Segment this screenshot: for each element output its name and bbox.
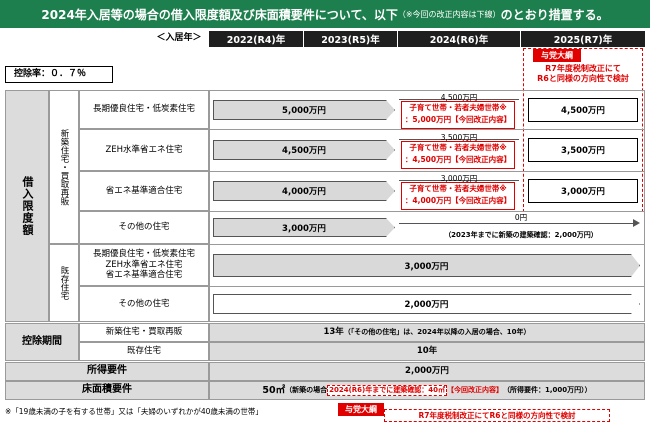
r6-revision-long-life-line1: 子育て世帯・若者夫婦世帯※ [409, 103, 507, 112]
year-header-2023: 2023(R5)年 [304, 31, 397, 47]
existing-housing-group: 既存住宅 [49, 244, 79, 322]
existing-eco-line2: ZEH水準省エネ住宅 [105, 259, 183, 270]
value-2022-2023-zeh: 4,500万円 [213, 140, 395, 160]
period-existing-label: 既存住宅 [79, 342, 209, 361]
existing-other-value: 2,000万円 [213, 294, 640, 314]
income-value: 2,000万円 [209, 362, 645, 381]
row-label-zeh: ZEH水準省エネ住宅 [79, 129, 209, 171]
limit-section-label: 借入限度額 [5, 90, 49, 322]
r6-cell-long-life: 4,500万円 子育て世帯・若者夫婦世帯※ ：5,000万円【今回改正内容】 [399, 92, 519, 129]
page-title-banner: 2024年入居等の場合の借入限度額及び床面積要件について、以下 （※今回の改正内… [0, 0, 650, 28]
new-housing-group: 新築住宅・買取再販 [49, 90, 79, 244]
deduction-rate: 控除率：０．７％ [5, 66, 113, 83]
title-tail: のとおり措置する。 [500, 7, 609, 22]
row-label-long-life: 長期優良住宅・低炭素住宅 [79, 90, 209, 129]
period-new-value-cell: 13年 （「その他の住宅」は、2024年以降の入居の場合、10年） [209, 323, 645, 342]
period-label: 控除期間 [5, 323, 79, 361]
r6-revision-energy-line2: ：4,000万円【今回改正内容】 [404, 196, 512, 205]
existing-housing-label: 既存住宅 [59, 266, 69, 300]
year-header-2025: 2025(R7)年 [521, 31, 645, 47]
row-label-existing-eco: 長期優良住宅・低炭素住宅 ZEH水準省エネ住宅 省エネ基準適合住宅 [79, 244, 209, 286]
existing-eco-value: 3,000万円 [213, 254, 640, 277]
period-new-note: （「その他の住宅」は、2024年以降の入居の場合、10年） [343, 328, 531, 337]
value-2022-2023-energy: 4,000万円 [213, 181, 395, 201]
r6-r7-other-new: 0円 （2023年までに新築の建築確認：2,000万円） [399, 212, 643, 243]
r6-other-value: 0円 [514, 213, 528, 222]
period-existing-value: 10年 [209, 342, 645, 361]
year-header-2022: 2022(R4)年 [209, 31, 303, 47]
r6-revision-zeh-line2: ：4,500万円【今回改正内容】 [404, 155, 512, 164]
r6-revision-long-life-line2: ：5,000万円【今回改正内容】 [404, 115, 512, 124]
value-2022-2023-long-life: 5,000万円 [213, 100, 395, 120]
page-title: 2024年入居等の場合の借入限度額及び床面積要件について、以下 [41, 7, 398, 22]
r6-other-note: （2023年までに新築の建築確認：2,000万円） [444, 231, 598, 239]
floor-value-cell: 50㎡ （新築の場合 2024(R6)年までに建築確認：40㎡ 【今回改正内容】… [209, 381, 645, 400]
r6-cell-energy: 3,000万円 子育て世帯・若者夫婦世帯※ ：4,000万円【今回改正内容】 [399, 173, 519, 210]
existing-eco-line3: 省エネ基準適合住宅 [105, 270, 183, 281]
bottom-note: R7年度税制改正にてR6と同様の方向性で検討 [384, 409, 610, 422]
existing-eco-line1: 長期優良住宅・低炭素住宅 [92, 249, 195, 260]
r7-note-line1: R7年度税制改正にて [545, 64, 621, 73]
row-label-energy: 省エネ基準適合住宅 [79, 171, 209, 211]
title-note: （※今回の改正内容は下線） [397, 9, 501, 19]
floor-revision: 【今回改正内容】 [446, 386, 503, 395]
bottom-party-badge: 与党大綱 [338, 403, 384, 416]
floor-value: 50㎡ [262, 384, 286, 396]
r6-cell-zeh: 3,500万円 子育て世帯・若者夫婦世帯※ ：4,500万円【今回改正内容】 [399, 132, 519, 169]
r6-revision-energy-line1: 子育て世帯・若者夫婦世帯※ [409, 184, 507, 193]
r7-note-line2: R6と同様の方向性で検討 [537, 74, 629, 83]
period-new-label: 新築住宅・買取再販 [79, 323, 209, 342]
move-in-year-label: ＜入居年＞ [156, 33, 202, 44]
r7-value-long-life: 4,500万円 [528, 98, 638, 122]
floor-boxed: 2024(R6)年までに建築確認：40㎡ [327, 385, 447, 396]
year-header-2024: 2024(R6)年 [398, 31, 520, 47]
r6-revision-energy: 子育て世帯・若者夫婦世帯※ ：4,000万円【今回改正内容】 [401, 182, 515, 210]
r6-revision-zeh-line1: 子育て世帯・若者夫婦世帯※ [409, 143, 507, 152]
floor-post: （所得要件：1,000万円）） [502, 386, 592, 395]
new-housing-label: 新築住宅・買取再販 [59, 128, 69, 206]
r7-value-energy: 3,000万円 [528, 179, 638, 203]
row-label-existing-other: その他の住宅 [79, 286, 209, 322]
r6-revision-zeh: 子育て世帯・若者夫婦世帯※ ：4,500万円【今回改正内容】 [401, 141, 515, 169]
r7-note: R7年度税制改正にて R6と同様の方向性で検討 [525, 63, 641, 85]
row-label-other-new: その他の住宅 [79, 211, 209, 244]
floor-pre: （新築の場合 [285, 386, 328, 395]
r7-value-zeh: 3,500万円 [528, 138, 638, 162]
value-2022-2023-other: 3,000万円 [213, 218, 395, 237]
r6-revision-long-life: 子育て世帯・若者夫婦世帯※ ：5,000万円【今回改正内容】 [401, 101, 515, 129]
income-label: 所得要件 [5, 362, 209, 381]
floor-label: 床面積要件 [5, 381, 209, 400]
footnote: ※「19歳未満の子を有する世帯」又は「夫婦のいずれかが40歳未満の世帯」 [5, 407, 263, 416]
period-new-value: 13年 [323, 327, 344, 338]
